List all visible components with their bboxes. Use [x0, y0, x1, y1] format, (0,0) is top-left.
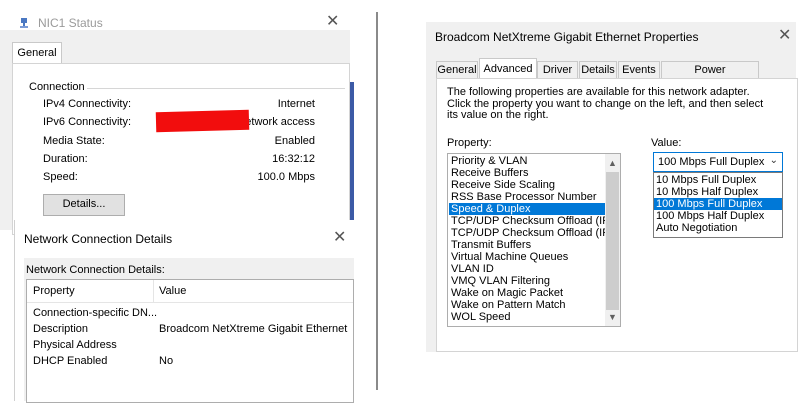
- dropdown-option-selected[interactable]: 100 Mbps Full Duplex: [654, 198, 782, 210]
- list-item[interactable]: VLAN ID: [451, 263, 494, 275]
- dropdown-option[interactable]: 10 Mbps Full Duplex: [654, 174, 782, 186]
- nic-status-titlebar: NIC1 Status ✕: [0, 0, 350, 30]
- list-item-selected[interactable]: Speed & Duplex: [449, 203, 605, 215]
- chevron-down-icon[interactable]: ⌄: [770, 155, 778, 166]
- ipv6-label: IPv6 Connectivity:: [43, 116, 132, 128]
- list-item[interactable]: Wake on Magic Packet: [451, 287, 563, 299]
- column-header-value[interactable]: Value: [159, 285, 186, 297]
- property-list-scrollbar[interactable]: ▲ ▼: [605, 154, 620, 326]
- dropdown-option[interactable]: 100 Mbps Half Duplex: [654, 210, 782, 222]
- connection-details-window: Network Connection Details ✕ Network Con…: [14, 220, 355, 403]
- scroll-down-icon[interactable]: ▼: [607, 311, 618, 323]
- value-label: Value:: [651, 137, 682, 149]
- connection-group-label: Connection: [29, 81, 85, 93]
- nic-status-panel: Connection IPv4 Connectivity: Internet I…: [12, 63, 350, 235]
- tab-driver[interactable]: Driver: [537, 61, 578, 78]
- list-item[interactable]: TCP/UDP Checksum Offload (IPv6: [451, 227, 620, 239]
- value-dropdown-list[interactable]: 10 Mbps Full Duplex 10 Mbps Half Duplex …: [653, 172, 783, 238]
- tab-advanced[interactable]: Advanced: [479, 58, 537, 79]
- ipv4-label: IPv4 Connectivity:: [43, 98, 132, 110]
- ipv4-value: Internet: [277, 98, 315, 110]
- speed-label: Speed:: [43, 171, 78, 183]
- duration-value: 16:32:12: [272, 153, 315, 165]
- close-icon[interactable]: ✕: [778, 28, 791, 44]
- list-item[interactable]: Priority & VLAN: [451, 155, 527, 167]
- list-item[interactable]: Transmit Buffers: [451, 239, 531, 251]
- table-row-value[interactable]: Broadcom NetXtreme Gigabit Ethernet: [159, 323, 347, 335]
- value-dropdown-selected: 100 Mbps Full Duplex: [658, 156, 765, 168]
- tab-power-management[interactable]: Power Management: [661, 61, 759, 92]
- scroll-up-icon[interactable]: ▲: [607, 157, 618, 169]
- media-state-label: Media State:: [43, 135, 105, 147]
- network-adapter-icon: [20, 18, 28, 28]
- image-divider: [376, 12, 378, 390]
- redaction-mark: [155, 109, 250, 133]
- list-item[interactable]: VMQ VLAN Filtering: [451, 275, 550, 287]
- connection-details-title: Network Connection Details: [24, 232, 173, 246]
- tab-details[interactable]: Details: [579, 61, 617, 78]
- table-row-property[interactable]: Description: [33, 323, 88, 335]
- nic-status-title: NIC1 Status: [38, 16, 103, 30]
- speed-value: 100.0 Mbps: [257, 171, 315, 183]
- advanced-description: The following properties are available f…: [447, 86, 764, 121]
- column-header-property[interactable]: Property: [33, 285, 75, 297]
- property-list[interactable]: Priority & VLAN Receive Buffers Receive …: [447, 153, 621, 327]
- tab-general[interactable]: General: [12, 42, 62, 64]
- window-edge-scrollbar: [350, 82, 354, 228]
- tab-events[interactable]: Events: [618, 61, 660, 78]
- close-icon[interactable]: ✕: [333, 230, 346, 246]
- adapter-properties-window: Broadcom NetXtreme Gigabit Ethernet Prop…: [426, 22, 798, 352]
- details-button[interactable]: Details...: [43, 194, 125, 216]
- adapter-properties-title: Broadcom NetXtreme Gigabit Ethernet Prop…: [435, 30, 699, 44]
- value-dropdown[interactable]: 100 Mbps Full Duplex ⌄: [653, 152, 783, 172]
- group-divider: [87, 88, 345, 89]
- details-list[interactable]: Property Value Connection-specific DN...…: [26, 279, 354, 403]
- close-icon[interactable]: ✕: [326, 14, 339, 30]
- list-item[interactable]: Wake on Pattern Match: [451, 299, 566, 311]
- media-state-value: Enabled: [274, 135, 315, 147]
- table-row-property[interactable]: Connection-specific DN...: [33, 307, 157, 319]
- advanced-panel: The following properties are available f…: [436, 78, 798, 352]
- list-item[interactable]: RSS Base Processor Number: [451, 191, 597, 203]
- scrollbar-thumb[interactable]: [606, 172, 619, 310]
- connection-details-body: Network Connection Details: Property Val…: [24, 258, 354, 403]
- dropdown-option[interactable]: 10 Mbps Half Duplex: [654, 186, 782, 198]
- list-item[interactable]: Receive Side Scaling: [451, 179, 555, 191]
- details-list-label: Network Connection Details:: [26, 264, 165, 276]
- list-item[interactable]: TCP/UDP Checksum Offload (IPv4: [451, 215, 620, 227]
- list-item[interactable]: Virtual Machine Queues: [451, 251, 568, 263]
- tab-general[interactable]: General: [436, 61, 478, 78]
- table-row-value[interactable]: No: [159, 355, 173, 367]
- details-list-header: Property Value: [27, 280, 353, 303]
- column-separator[interactable]: [153, 280, 154, 302]
- table-row-property[interactable]: DHCP Enabled: [33, 355, 107, 367]
- table-row-property[interactable]: Physical Address: [33, 339, 117, 351]
- dropdown-option[interactable]: Auto Negotiation: [654, 222, 782, 234]
- duration-label: Duration:: [43, 153, 88, 165]
- property-label: Property:: [447, 137, 492, 149]
- list-item[interactable]: Receive Buffers: [451, 167, 528, 179]
- list-item[interactable]: WOL Speed: [451, 311, 511, 323]
